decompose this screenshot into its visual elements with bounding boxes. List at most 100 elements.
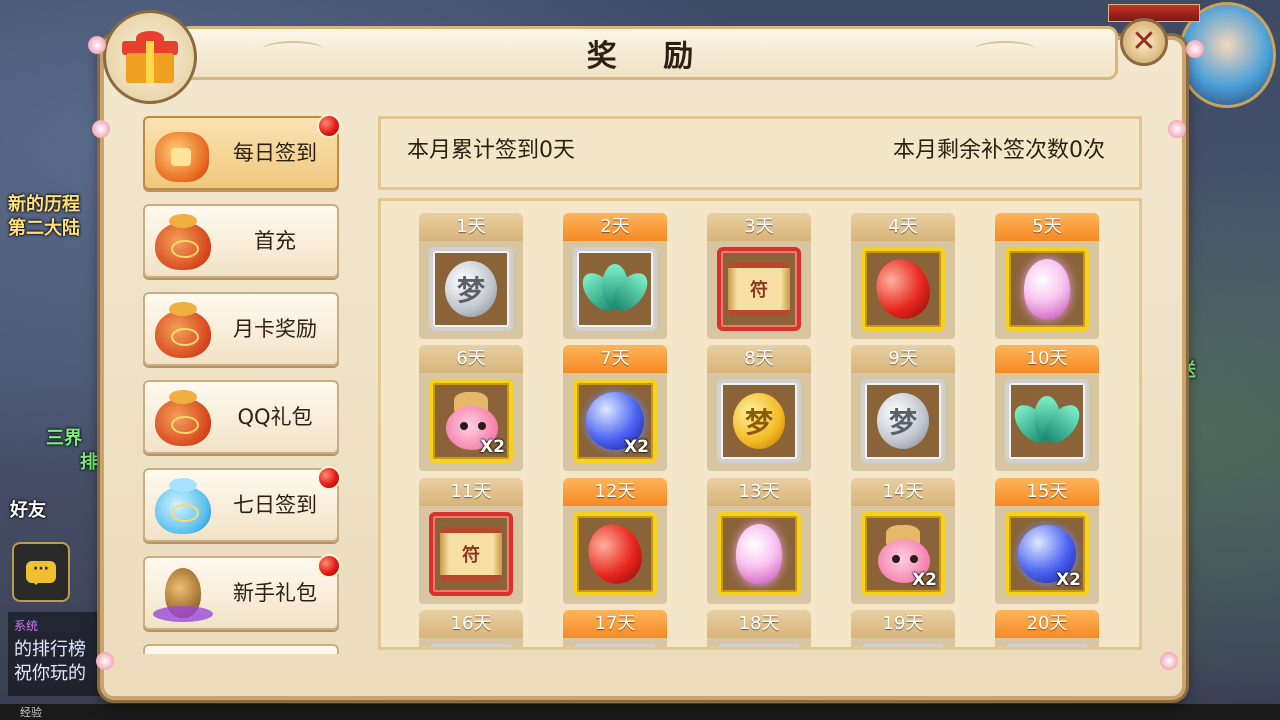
reward-slot: [563, 638, 667, 647]
reward-icon[interactable]: [573, 644, 657, 647]
day-label: 11天: [419, 478, 523, 506]
day-label: 16天: [419, 610, 523, 638]
reward-multiplier: X2: [480, 437, 505, 457]
title-ornament: [263, 41, 323, 57]
day-label: 5天: [995, 213, 1099, 241]
reward-day-cell[interactable]: 20天: [995, 610, 1099, 647]
reward-slot: 符: [707, 241, 811, 339]
red-bag-icon: [149, 212, 215, 272]
day-label: 2天: [563, 213, 667, 241]
day-label: 15天: [995, 478, 1099, 506]
leaf-icon[interactable]: [573, 247, 657, 331]
day-label: 18天: [707, 610, 811, 638]
reward-slot: [995, 638, 1099, 647]
sidebar-item-qq-gift[interactable]: QQ礼包: [143, 380, 339, 454]
page-title: 奖 励: [586, 39, 712, 74]
flower-ornament: [96, 652, 114, 670]
day-label: 7天: [563, 345, 667, 373]
reward-icon[interactable]: [429, 644, 513, 647]
red-gem-icon[interactable]: [861, 247, 945, 331]
reward-day-cell[interactable]: 14天 X2: [851, 478, 955, 604]
blue-orb-icon[interactable]: X2: [573, 379, 657, 463]
blue-bag-icon: [149, 476, 215, 536]
reward-day-cell[interactable]: 16天: [419, 610, 523, 647]
reward-day-cell[interactable]: 9天梦: [851, 345, 955, 471]
day-label: 13天: [707, 478, 811, 506]
reward-slot: [707, 506, 811, 604]
reward-day-cell[interactable]: 18天: [707, 610, 811, 647]
reward-slot: [851, 241, 955, 339]
reward-day-cell[interactable]: 7天 X2: [563, 345, 667, 471]
pig-bag-icon[interactable]: X2: [429, 379, 513, 463]
scroll-icon[interactable]: 符: [717, 247, 801, 331]
notification-badge: [317, 466, 341, 490]
reward-day-cell[interactable]: 15天 X2: [995, 478, 1099, 604]
day-label: 6天: [419, 345, 523, 373]
reward-day-cell[interactable]: 6天 X2: [419, 345, 523, 471]
reward-day-cell[interactable]: 1天梦: [419, 213, 523, 339]
flower-ornament: [1168, 120, 1186, 138]
reward-icon[interactable]: [1005, 644, 1089, 647]
monthly-signin-count: 本月累计签到0天: [407, 138, 575, 163]
reward-day-cell[interactable]: 12天: [563, 478, 667, 604]
reward-day-cell[interactable]: 5天: [995, 213, 1099, 339]
reward-day-cell[interactable]: 2天: [563, 213, 667, 339]
sidebar-item-newbie-gift[interactable]: 新手礼包: [143, 554, 341, 630]
signin-info-bar: 本月累计签到0天 本月剩余补签次数0次: [378, 116, 1142, 190]
sidebar-item-seven-day[interactable]: 七日签到: [143, 466, 341, 542]
reward-icon[interactable]: [861, 644, 945, 647]
reward-slot: [851, 638, 955, 647]
reward-day-cell[interactable]: 10天: [995, 345, 1099, 471]
silver-coin-icon[interactable]: 梦: [429, 247, 513, 331]
reward-day-cell[interactable]: 17天: [563, 610, 667, 647]
red-gem-icon[interactable]: [573, 512, 657, 596]
flower-ornament: [1186, 40, 1204, 58]
day-label: 1天: [419, 213, 523, 241]
friend-button[interactable]: 好友: [10, 496, 46, 522]
sidebar-item-first-recharge[interactable]: 首充: [143, 204, 339, 278]
sidebar-item-more[interactable]: [143, 644, 339, 654]
pink-egg-icon[interactable]: [717, 512, 801, 596]
flower-ornament: [1160, 652, 1178, 670]
reward-day-cell[interactable]: 4天: [851, 213, 955, 339]
close-button[interactable]: ✕: [1120, 18, 1168, 66]
reward-day-cell[interactable]: 13天: [707, 478, 811, 604]
sidebar-item-daily-signin[interactable]: 每日签到: [143, 114, 341, 190]
reward-day-cell[interactable]: 11天符: [419, 478, 523, 604]
reward-slot: X2: [851, 506, 955, 604]
reward-slot: X2: [563, 373, 667, 471]
blue-orb-icon[interactable]: X2: [1005, 512, 1089, 596]
day-label: 4天: [851, 213, 955, 241]
reward-slot: [707, 638, 811, 647]
sidebar-item-label: 新手礼包: [233, 581, 317, 605]
makeup-remaining-count: 本月剩余补签次数0次: [893, 138, 1105, 163]
gold-coin-icon[interactable]: 梦: [717, 379, 801, 463]
reward-slot: [563, 241, 667, 339]
sidebar-item-monthly-card[interactable]: 月卡奖励: [143, 292, 339, 366]
pink-egg-icon[interactable]: [1005, 247, 1089, 331]
red-bag-icon: [149, 300, 215, 360]
egg-icon: [149, 564, 215, 624]
bg-map-region: 第二大陆: [8, 218, 80, 239]
silver-coin-icon[interactable]: 梦: [861, 379, 945, 463]
reward-multiplier: X2: [624, 437, 649, 457]
day-label: 10天: [995, 345, 1099, 373]
scroll-icon[interactable]: 符: [429, 512, 513, 596]
reward-icon[interactable]: [717, 644, 801, 647]
reward-slot: [995, 373, 1099, 471]
reward-slot: 梦: [707, 373, 811, 471]
reward-slot: [419, 638, 523, 647]
day-label: 17天: [563, 610, 667, 638]
chat-bubble-icon: ···: [26, 561, 56, 585]
chat-button[interactable]: ···: [12, 542, 70, 602]
reward-day-cell[interactable]: 8天梦: [707, 345, 811, 471]
leaf-icon[interactable]: [1005, 379, 1089, 463]
signin-reward-grid: 1天梦 2天 3天符 4天 5天 6天 X2 7天 X2 8天梦 9天梦 10天 11天符 12天 13天 1…: [378, 198, 1142, 650]
coin-bag-icon: [149, 124, 215, 184]
exp-bar: 经验: [0, 704, 1280, 720]
pig-bag-icon[interactable]: X2: [861, 512, 945, 596]
notification-badge: [317, 554, 341, 578]
sidebar-item-label: 首充: [254, 229, 296, 253]
reward-day-cell[interactable]: 3天符: [707, 213, 811, 339]
reward-day-cell[interactable]: 19天: [851, 610, 955, 647]
